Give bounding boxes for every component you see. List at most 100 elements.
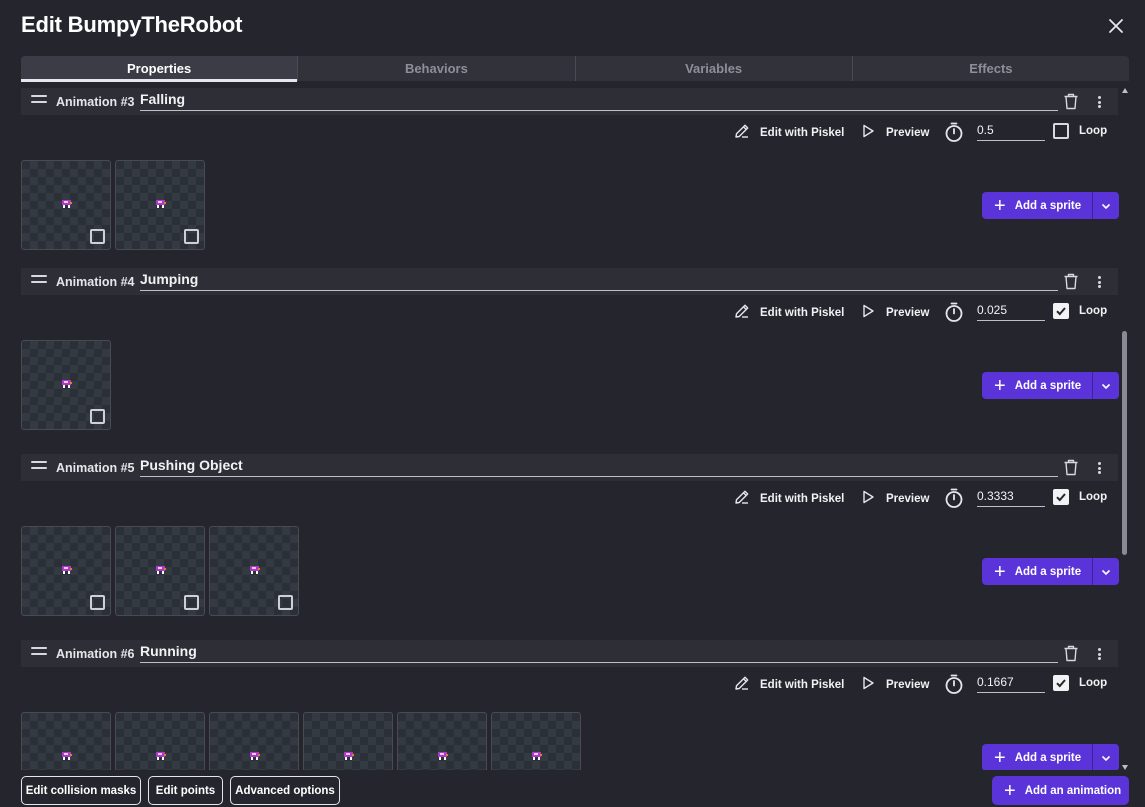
sprite-thumbnail[interactable]: [115, 526, 205, 616]
animation-block: Animation #4 Jumping Edit with Piskel Pr…: [0, 268, 1120, 448]
animation-header: Animation #3 Falling: [21, 88, 1118, 115]
drag-handle-icon[interactable]: [31, 461, 47, 473]
drag-handle-icon[interactable]: [31, 275, 47, 287]
animation-number-label: Animation #6: [56, 647, 135, 661]
tab-properties[interactable]: Properties: [21, 56, 298, 82]
close-icon[interactable]: [1103, 13, 1129, 39]
sprite-thumbnail[interactable]: [397, 712, 487, 770]
animation-name-input[interactable]: Pushing Object: [140, 457, 1058, 477]
add-animation-button[interactable]: + Add an animation: [992, 776, 1129, 805]
scrollbar-thumb[interactable]: [1122, 331, 1127, 555]
edit-with-piskel-button[interactable]: Edit with Piskel: [733, 122, 844, 143]
sprite-thumbnail[interactable]: [21, 340, 111, 430]
sprite-select-checkbox[interactable]: [90, 409, 105, 424]
edit-with-piskel-button[interactable]: Edit with Piskel: [733, 302, 844, 323]
loop-checkbox[interactable]: [1053, 489, 1069, 505]
preview-label: Preview: [886, 306, 930, 319]
add-sprite-main[interactable]: + Add a sprite: [982, 558, 1092, 585]
sprite-thumbnail[interactable]: [21, 526, 111, 616]
animation-name-input[interactable]: Jumping: [140, 271, 1058, 291]
sprite-select-checkbox[interactable]: [90, 229, 105, 244]
loop-label: Loop: [1079, 491, 1108, 503]
sprite-thumbnail[interactable]: [303, 712, 393, 770]
pencil-icon: [733, 122, 760, 143]
animation-number-label: Animation #5: [56, 461, 135, 475]
play-icon: [859, 302, 886, 323]
preview-label: Preview: [886, 678, 930, 691]
play-icon: [859, 488, 886, 509]
sprite-thumbnail[interactable]: [209, 712, 299, 770]
sprite-thumbnail[interactable]: [115, 712, 205, 770]
edit-with-piskel-button[interactable]: Edit with Piskel: [733, 674, 844, 695]
sprite-thumbnail[interactable]: [209, 526, 299, 616]
loop-checkbox[interactable]: [1053, 303, 1069, 319]
edit-with-piskel-label: Edit with Piskel: [760, 492, 845, 505]
scroll-up-arrow-icon[interactable]: [1122, 88, 1128, 93]
edit-with-piskel-label: Edit with Piskel: [760, 678, 845, 691]
trash-icon[interactable]: [1063, 273, 1079, 290]
sprite-thumbnail[interactable]: [491, 712, 581, 770]
edit-with-piskel-label: Edit with Piskel: [760, 306, 845, 319]
trash-icon[interactable]: [1063, 459, 1079, 476]
trash-icon[interactable]: [1063, 645, 1079, 662]
chevron-down-icon[interactable]: [1092, 558, 1119, 585]
plus-icon: +: [994, 560, 1006, 583]
add-sprite-button[interactable]: + Add a sprite: [982, 372, 1119, 399]
sprite-list: [21, 160, 209, 250]
loop-checkbox[interactable]: [1053, 675, 1069, 691]
scrollbar[interactable]: [1121, 88, 1129, 770]
edit-collision-masks-button[interactable]: Edit collision masks: [21, 776, 141, 805]
add-animation-label: Add an animation: [1024, 784, 1122, 797]
add-sprite-main[interactable]: + Add a sprite: [982, 372, 1092, 399]
add-sprite-button[interactable]: + Add a sprite: [982, 744, 1119, 770]
tab-variables[interactable]: Variables: [574, 56, 852, 81]
more-options-icon[interactable]: [1093, 460, 1105, 476]
frame-duration-input[interactable]: 0.5: [977, 122, 1045, 141]
add-sprite-main[interactable]: + Add a sprite: [982, 744, 1092, 770]
sprite-thumbnail[interactable]: [115, 160, 205, 250]
animation-name-input[interactable]: Running: [140, 643, 1058, 663]
tab-effects[interactable]: Effects: [851, 56, 1129, 81]
plus-icon: +: [994, 746, 1006, 769]
more-options-icon[interactable]: [1093, 94, 1105, 110]
add-sprite-button[interactable]: + Add a sprite: [982, 192, 1119, 219]
edit-with-piskel-button[interactable]: Edit with Piskel: [733, 488, 844, 509]
chevron-down-icon[interactable]: [1092, 744, 1119, 770]
add-sprite-button[interactable]: + Add a sprite: [982, 558, 1119, 585]
sprite-select-checkbox[interactable]: [184, 229, 199, 244]
more-options-icon[interactable]: [1093, 274, 1105, 290]
preview-button[interactable]: Preview: [859, 122, 929, 143]
drag-handle-icon[interactable]: [31, 647, 47, 659]
sprite-select-checkbox[interactable]: [184, 595, 199, 610]
add-sprite-main[interactable]: + Add a sprite: [982, 192, 1092, 219]
frame-duration-input[interactable]: 0.025: [977, 302, 1045, 321]
frame-duration-input[interactable]: 0.1667: [977, 674, 1045, 693]
animation-name-input[interactable]: Falling: [140, 91, 1058, 111]
trash-icon[interactable]: [1063, 93, 1079, 110]
sprite-thumbnail[interactable]: [21, 712, 111, 770]
plus-icon: +: [1004, 779, 1016, 802]
frame-duration-input[interactable]: 0.3333: [977, 488, 1045, 507]
drag-handle-icon[interactable]: [31, 95, 47, 107]
preview-button[interactable]: Preview: [859, 674, 929, 695]
preview-button[interactable]: Preview: [859, 488, 929, 509]
edit-with-piskel-label: Edit with Piskel: [760, 126, 845, 139]
sprite-select-checkbox[interactable]: [278, 595, 293, 610]
sprite-select-checkbox[interactable]: [90, 595, 105, 610]
loop-checkbox[interactable]: [1053, 123, 1069, 139]
preview-button[interactable]: Preview: [859, 302, 929, 323]
tab-behaviors[interactable]: Behaviors: [297, 56, 574, 81]
edit-points-button[interactable]: Edit points: [148, 776, 223, 805]
animation-block: Animation #6 Running Edit with Piskel Pr…: [0, 640, 1120, 770]
dialog-title: Edit BumpyTheRobot: [21, 12, 243, 37]
pencil-icon: [733, 302, 760, 323]
chevron-down-icon[interactable]: [1092, 192, 1119, 219]
add-sprite-label: Add a sprite: [1014, 565, 1082, 578]
advanced-options-button[interactable]: Advanced options: [230, 776, 340, 805]
sprite-thumbnail[interactable]: [21, 160, 111, 250]
sprite-list: [21, 526, 303, 616]
play-icon: [859, 674, 886, 695]
more-options-icon[interactable]: [1093, 646, 1105, 662]
animation-number-label: Animation #3: [56, 95, 135, 109]
chevron-down-icon[interactable]: [1092, 372, 1119, 399]
